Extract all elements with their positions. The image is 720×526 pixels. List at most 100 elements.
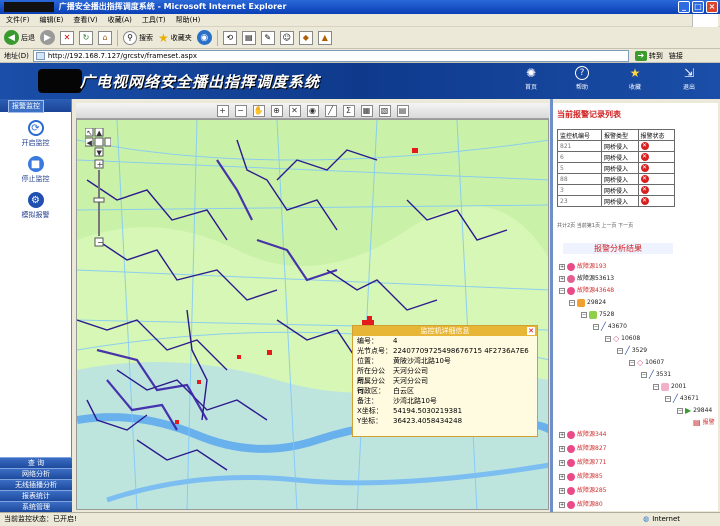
menu-favorites[interactable]: 收藏(A) <box>108 15 132 25</box>
tree-node[interactable]: ▤ 报警 <box>693 418 715 427</box>
clear-icon[interactable]: ✕ <box>288 104 301 117</box>
minimize-button[interactable]: _ <box>678 1 690 13</box>
maximize-button[interactable]: □ <box>692 1 704 13</box>
sum-icon[interactable]: Σ <box>342 104 355 117</box>
logout-button[interactable]: ⇲ 退出 <box>674 66 704 91</box>
table-row[interactable]: 821 网桥侵入 ✕ <box>556 140 675 152</box>
tree-node[interactable]: − ╱ 3531 <box>641 370 671 379</box>
map-canvas[interactable]: ↖ ▲ ◀ ▼ + − 监控机详细信息 ✕ 编号： 4 光节点号： 22407709… <box>76 119 549 510</box>
start-monitor-button[interactable]: ⟳ 开启监控 <box>0 120 71 148</box>
close-button[interactable]: × <box>706 1 718 13</box>
map-zoom-control[interactable]: ↖ ▲ ◀ ▼ + − <box>85 128 111 248</box>
menu-query[interactable]: 查 询 <box>0 457 72 468</box>
menu-system-admin[interactable]: 系统管理 <box>0 501 72 512</box>
popup-close-button[interactable]: ✕ <box>527 327 535 335</box>
alarm-x-icon[interactable]: ✕ <box>640 164 649 172</box>
edit-icon[interactable]: ✎ <box>260 30 275 45</box>
alarm-x-icon[interactable]: ✕ <box>640 175 649 183</box>
tree-node[interactable]: + 故障源80 <box>559 500 603 509</box>
collapse-icon[interactable]: − <box>677 407 683 414</box>
help-button[interactable]: ? 帮助 <box>567 66 597 91</box>
expand-icon[interactable]: + <box>559 263 565 270</box>
tree-node[interactable]: − 2001 <box>653 382 686 391</box>
tree-node[interactable]: − ◇ 10608 <box>605 334 640 343</box>
tree-node[interactable]: − 故障源43648 <box>559 286 614 295</box>
layer-icon[interactable]: ▧ <box>378 104 391 117</box>
table-row[interactable]: 88 网桥侵入 ✕ <box>556 173 675 185</box>
refresh-icon[interactable]: ↻ <box>79 30 93 45</box>
expand-icon[interactable]: + <box>559 445 565 452</box>
back-button[interactable]: ◀ 后退 <box>4 30 35 45</box>
expand-icon[interactable]: + <box>559 459 565 466</box>
full-extent-icon[interactable]: ⊕ <box>270 104 283 117</box>
collapse-icon[interactable]: − <box>629 359 635 366</box>
menu-view[interactable]: 查看(V) <box>73 15 97 25</box>
tree-node[interactable]: + 故障源53613 <box>559 274 614 283</box>
menu-tools[interactable]: 工具(T) <box>142 15 166 25</box>
alarm-x-icon[interactable]: ✕ <box>640 153 649 161</box>
collapse-icon[interactable]: − <box>653 383 659 390</box>
eye-icon[interactable]: ◉ <box>306 104 319 117</box>
zoom-in-icon[interactable]: + <box>216 104 229 117</box>
favorites-button[interactable]: ★ 收藏夹 <box>158 31 192 45</box>
pan-icon[interactable]: ✋ <box>252 104 265 117</box>
measure-icon[interactable]: ╱ <box>324 104 337 117</box>
expand-icon[interactable]: + <box>559 275 565 282</box>
tree-node[interactable]: − ▶ 29844 <box>677 406 712 415</box>
menu-edit[interactable]: 编辑(E) <box>40 15 64 25</box>
forward-button[interactable]: ▶ <box>40 30 55 45</box>
alarm-x-icon[interactable]: ✕ <box>640 186 649 194</box>
search-button[interactable]: ⚲ 搜索 <box>123 30 153 45</box>
table-row[interactable]: 3 网桥侵入 ✕ <box>556 184 675 196</box>
collapse-icon[interactable]: − <box>617 347 623 354</box>
expand-icon[interactable]: + <box>559 431 565 438</box>
menu-reports[interactable]: 报表统计 <box>0 490 72 501</box>
tree-node[interactable]: − ◇ 10607 <box>629 358 664 367</box>
alarm-x-icon[interactable]: ✕ <box>640 142 649 150</box>
tab-alarm-monitor[interactable]: 报警监控 <box>8 100 44 113</box>
tree-node[interactable]: + 故障源85 <box>559 472 603 481</box>
messenger-icon[interactable]: ☺ <box>279 30 294 45</box>
home-button[interactable]: ✺ 首页 <box>516 66 546 91</box>
alarm-pager[interactable]: 共计2页 当前第1页 上一页 下一页 <box>557 222 697 229</box>
table-row[interactable]: 23 网桥侵入 ✕ <box>556 195 675 207</box>
expand-icon[interactable]: + <box>559 501 565 508</box>
tool-icon[interactable]: ▲ <box>317 30 332 45</box>
tree-node[interactable]: + 故障源193 <box>559 262 606 271</box>
tree-node[interactable]: − ╱ 43671 <box>665 394 699 403</box>
collapse-icon[interactable]: − <box>569 299 575 306</box>
expand-icon[interactable]: + <box>559 487 565 494</box>
stop-icon[interactable]: ✕ <box>60 30 74 45</box>
menu-file[interactable]: 文件(F) <box>6 15 30 25</box>
collapse-icon[interactable]: − <box>559 287 565 294</box>
tree-node[interactable]: + 故障源827 <box>559 444 606 453</box>
bookmark-button[interactable]: ★ 收藏 <box>620 66 650 91</box>
menu-wireless-analysis[interactable]: 无线插播分析 <box>0 479 72 490</box>
media-icon[interactable]: ◉ <box>196 30 212 45</box>
tree-node[interactable]: − 29824 <box>569 298 606 307</box>
tree-node[interactable]: + 故障源344 <box>559 430 606 439</box>
alarm-x-icon[interactable]: ✕ <box>640 197 649 205</box>
collapse-icon[interactable]: − <box>581 311 587 318</box>
collapse-icon[interactable]: − <box>605 335 611 342</box>
address-input[interactable]: http://192.168.7.127/grcstv/frameset.asp… <box>32 49 629 62</box>
print-icon[interactable]: ▤ <box>241 30 256 45</box>
expand-icon[interactable]: + <box>559 473 565 480</box>
links-button[interactable]: 链接 <box>669 51 683 61</box>
table-icon[interactable]: ▦ <box>360 104 373 117</box>
collapse-icon[interactable]: − <box>665 395 671 402</box>
table-row[interactable]: 6 网桥侵入 ✕ <box>556 151 675 163</box>
menu-network-analysis[interactable]: 网络分析 <box>0 468 72 479</box>
tree-node[interactable]: + 故障源771 <box>559 458 606 467</box>
history-icon[interactable]: ⟲ <box>222 30 237 45</box>
go-button[interactable]: ➔ 转到 <box>634 50 663 61</box>
tree-node[interactable]: − ╱ 3529 <box>617 346 647 355</box>
zoom-out-icon[interactable]: − <box>234 104 247 117</box>
collapse-icon[interactable]: − <box>641 371 647 378</box>
collapse-icon[interactable]: − <box>593 323 599 330</box>
menu-help[interactable]: 帮助(H) <box>176 15 201 25</box>
shield-icon[interactable]: ◆ <box>298 30 313 45</box>
tree-node[interactable]: − ╱ 43670 <box>593 322 627 331</box>
stop-monitor-button[interactable]: ■ 停止监控 <box>0 156 71 184</box>
home-icon[interactable]: ⌂ <box>98 30 112 45</box>
